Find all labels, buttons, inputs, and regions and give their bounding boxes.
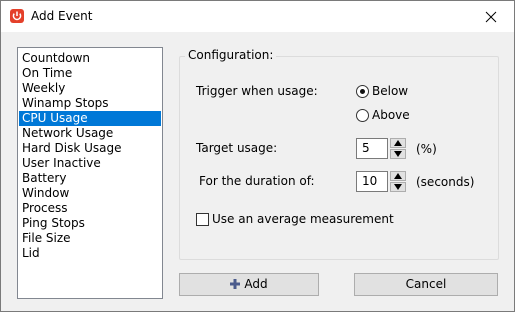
below-label[interactable]: Below — [372, 84, 408, 98]
target-up-button[interactable] — [390, 138, 406, 148]
duration-input[interactable]: 10 — [356, 171, 388, 192]
list-item-weekly[interactable]: Weekly — [19, 81, 161, 96]
average-label[interactable]: Use an average measurement — [212, 212, 394, 226]
above-radio[interactable] — [356, 109, 369, 122]
add-button-label: Add — [244, 277, 268, 291]
power-icon — [10, 9, 24, 23]
radio-selected-dot — [360, 89, 365, 94]
list-item-process[interactable]: Process — [19, 201, 161, 216]
arrow-down-icon — [394, 184, 402, 190]
target-usage-input[interactable]: 5 — [356, 138, 388, 159]
list-item-hard-disk-usage[interactable]: Hard Disk Usage — [19, 141, 161, 156]
duration-up-button[interactable] — [390, 171, 406, 181]
target-unit-label: (%) — [416, 142, 437, 156]
arrow-up-icon — [394, 140, 402, 146]
window-title: Add Event — [31, 9, 93, 23]
list-item-user-inactive[interactable]: User Inactive — [19, 156, 161, 171]
event-type-list[interactable]: Countdown On Time Weekly Winamp Stops CPU Us… — [17, 47, 163, 299]
list-item-ping-stops[interactable]: Ping Stops — [19, 216, 161, 231]
trigger-label: Trigger when usage: — [196, 84, 318, 98]
list-item-countdown[interactable]: Countdown — [19, 51, 161, 66]
list-item-network-usage[interactable]: Network Usage — [19, 126, 161, 141]
cancel-button[interactable]: Cancel — [354, 273, 498, 296]
list-item-battery[interactable]: Battery — [19, 171, 161, 186]
above-label[interactable]: Above — [372, 108, 410, 122]
list-item-lid[interactable]: Lid — [19, 246, 161, 261]
target-down-button[interactable] — [390, 149, 406, 159]
add-event-dialog: Add Event Countdown On Time Weekly Winamp S… — [0, 0, 515, 312]
cancel-button-label: Cancel — [405, 277, 447, 291]
title-bar: Add Event — [1, 1, 514, 32]
duration-label: For the duration of: — [199, 174, 315, 188]
duration-unit-label: (seconds) — [416, 175, 475, 189]
list-item-on-time[interactable]: On Time — [19, 66, 161, 81]
duration-down-button[interactable] — [390, 182, 406, 192]
below-radio[interactable] — [356, 85, 369, 98]
list-item-cpu-usage[interactable]: CPU Usage — [19, 111, 161, 126]
list-item-file-size[interactable]: File Size — [19, 231, 161, 246]
add-button[interactable]: Add — [179, 273, 319, 296]
target-usage-label: Target usage: — [196, 141, 278, 155]
configuration-title: Configuration: — [185, 48, 277, 62]
close-button[interactable] — [468, 1, 514, 32]
close-icon — [485, 11, 497, 23]
plus-icon — [230, 279, 241, 289]
average-checkbox[interactable] — [196, 213, 209, 226]
list-item-winamp-stops[interactable]: Winamp Stops — [19, 96, 161, 111]
arrow-down-icon — [394, 151, 402, 157]
arrow-up-icon — [394, 173, 402, 179]
list-item-window[interactable]: Window — [19, 186, 161, 201]
